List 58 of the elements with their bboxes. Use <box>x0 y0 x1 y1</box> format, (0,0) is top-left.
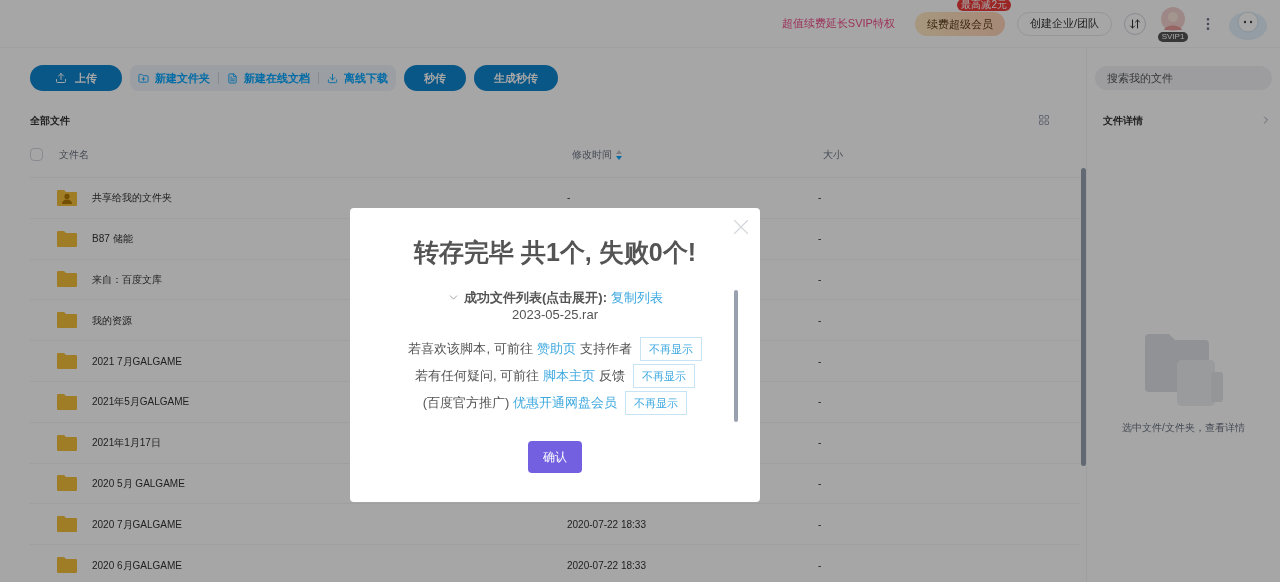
dialog-scrollbar[interactable] <box>734 290 738 422</box>
search-field[interactable]: 搜索我的文件 <box>1095 66 1272 90</box>
file-size: - <box>818 273 822 287</box>
file-name[interactable]: 共享给我的文件夹 <box>92 190 567 206</box>
renew-button[interactable]: 续费超级会员 <box>914 12 1005 37</box>
file-size: - <box>818 395 822 410</box>
file-size: - <box>818 436 822 451</box>
file-size: - <box>818 476 822 491</box>
upload-icon <box>55 72 67 84</box>
enterprise-button[interactable]: 创建企业/团队 <box>1016 11 1112 36</box>
file-size: - <box>818 558 822 573</box>
file-list-toggle[interactable]: 成功文件列表(点击展开): <box>447 287 607 307</box>
confirm-button[interactable]: 确认 <box>528 441 582 473</box>
column-header: 大小 <box>823 148 843 162</box>
file-size: - <box>818 517 822 532</box>
dialog-title: 转存完毕 共1个, 失败0个! <box>414 237 696 268</box>
discount-badge: 最高减2元 <box>957 0 1011 11</box>
vip-badge: SVIP1 <box>1157 31 1189 42</box>
notice-text: 支持作者 <box>579 340 632 359</box>
file-name[interactable]: 2020 6月GALGAME <box>92 557 567 573</box>
modified-time: 2020-07-22 18:33 <box>567 518 646 530</box>
avatar[interactable] <box>1160 5 1186 32</box>
notice-link[interactable]: 优惠开通网盘会员 <box>513 393 618 413</box>
file-size: - <box>818 232 822 247</box>
folder-plus-icon <box>138 72 149 84</box>
file-entry: 2023-05-25.rar <box>512 307 598 323</box>
toolbar-button[interactable]: 生成秒传 <box>474 65 558 91</box>
file-size: - <box>818 191 822 206</box>
notice-text: 若有任何疑问, 可前往 <box>414 367 540 386</box>
notice-text: 反馈 <box>599 367 626 386</box>
file-size: - <box>818 313 822 328</box>
select-all-checkbox[interactable] <box>30 148 43 161</box>
notice-link[interactable]: 脚本主页 <box>543 366 596 386</box>
column-header[interactable]: 修改时间 <box>572 147 823 162</box>
scrollbar[interactable] <box>1081 168 1086 466</box>
column-header: 文件名 <box>59 148 90 162</box>
dismiss-button[interactable]: 不再显示 <box>639 337 702 361</box>
promo-text[interactable]: 超值续费延长SVIP特权 <box>781 15 895 32</box>
copy-list-link[interactable]: 复制列表 <box>611 287 663 307</box>
document-icon <box>227 72 238 84</box>
notice-text: (百度官方推广) <box>422 394 510 413</box>
sort-arrows-icon <box>1129 17 1141 30</box>
toolbar-button[interactable]: 秒传 <box>404 65 466 91</box>
grid-view-icon[interactable] <box>1038 114 1050 126</box>
download-icon <box>327 72 338 84</box>
notice-text: 若喜欢该脚本, 可前往 <box>408 340 533 359</box>
dismiss-button[interactable]: 不再显示 <box>633 364 696 388</box>
panel-title: 文件详情 <box>1103 113 1143 128</box>
modified-time: 2020-07-22 18:33 <box>567 559 646 571</box>
notice-link[interactable]: 赞助页 <box>536 339 576 359</box>
dismiss-button[interactable]: 不再显示 <box>625 391 688 415</box>
file-size: - <box>818 354 822 369</box>
modified-time: - <box>567 192 571 204</box>
sort-icon <box>616 149 622 160</box>
breadcrumb[interactable]: 全部文件 <box>30 112 70 128</box>
file-name[interactable]: 2020 7月GALGAME <box>92 516 567 532</box>
upload-button[interactable]: 上传 <box>30 65 122 91</box>
empty-hint: 选中文件/文件夹，查看详情 <box>1122 421 1245 435</box>
